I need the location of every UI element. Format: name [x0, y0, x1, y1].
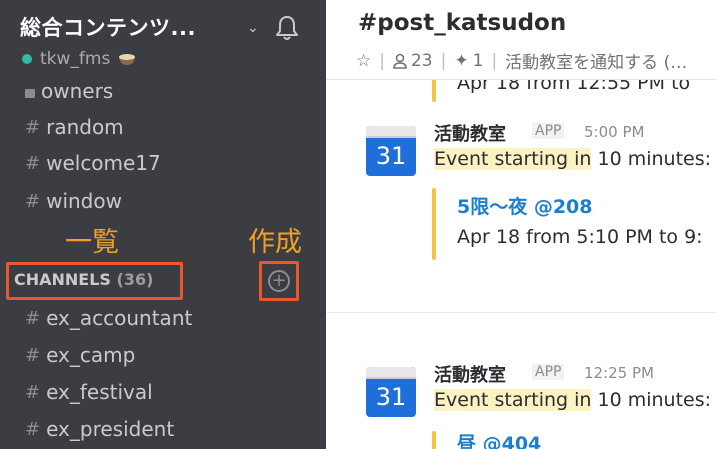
message-text: Event starting in 10 minutes:: [434, 148, 711, 170]
calendar-day: 31: [375, 383, 407, 411]
hash-icon: #: [25, 307, 41, 329]
sidebar-item-ex-camp[interactable]: # ex_camp: [25, 340, 135, 370]
calendar-icon[interactable]: 31: [366, 367, 416, 417]
pin-icon: ✦: [454, 50, 469, 71]
hash-icon: #: [25, 344, 41, 366]
sidebar-item-ex-president[interactable]: # ex_president: [25, 414, 174, 444]
hash-icon: #: [25, 381, 41, 403]
sidebar-item-random[interactable]: # random: [25, 112, 124, 142]
sidebar-item-owners[interactable]: owners: [25, 76, 113, 106]
presence-indicator: [22, 54, 32, 64]
chevron-down-icon[interactable]: ⌄: [247, 20, 259, 36]
add-channel-highlight-box: +: [259, 261, 299, 301]
message-sender[interactable]: 活動教室: [434, 361, 506, 387]
hash-icon: #: [25, 190, 41, 212]
attachment-bar: [432, 431, 436, 449]
lock-icon: [25, 88, 35, 98]
channels-count: (36): [116, 270, 154, 289]
attachment-bar: [432, 188, 436, 260]
sidebar-item-label: owners: [41, 79, 114, 103]
sidebar-item-label: window: [46, 189, 122, 213]
channels-section-header[interactable]: CHANNELS (36): [14, 270, 153, 289]
highlight-text: Event starting in: [434, 389, 592, 411]
channel-topic[interactable]: 活動教室を通知する (…: [505, 48, 687, 73]
message-text-rest: 10 minutes:: [591, 389, 712, 411]
rice-bowl-icon: [119, 54, 136, 65]
hash-icon: #: [25, 418, 41, 440]
bell-icon[interactable]: [274, 14, 300, 42]
channel-meta: ☆ | 23 | ✦ 1 | 活動教室を通知する (…: [356, 48, 687, 74]
message-sender[interactable]: 活動教室: [434, 120, 506, 146]
annotation-list: 一覧: [65, 227, 119, 258]
channel-header: #post_katsudon ☆ | 23 | ✦ 1 | 活動教室を通知する …: [326, 0, 717, 80]
message-text: Event starting in 10 minutes:: [434, 389, 711, 411]
channel-title[interactable]: #post_katsudon: [358, 10, 566, 36]
sidebar: owners # random # welcome17 # window 一覧 …: [0, 0, 326, 449]
message-pane: Apr 18 from 12:55 PM to 31 活動教室 APP 5:00…: [326, 0, 717, 449]
attachment-title[interactable]: 5限〜夜 @208: [457, 192, 593, 219]
sidebar-item-label: ex_accountant: [46, 306, 193, 330]
message-divider: [326, 312, 717, 313]
annotation-create: 作成: [248, 227, 302, 258]
sidebar-item-ex-festival[interactable]: # ex_festival: [25, 377, 153, 407]
sidebar-item-label: ex_camp: [46, 343, 136, 367]
member-icon: [393, 53, 407, 69]
sidebar-item-welcome17[interactable]: # welcome17: [25, 148, 161, 178]
calendar-day: 31: [375, 142, 407, 170]
member-count[interactable]: 23: [411, 51, 433, 71]
message-text-rest: 10 minutes:: [591, 148, 712, 170]
sidebar-item-label: random: [46, 115, 124, 139]
hash-icon: #: [25, 116, 41, 138]
star-icon[interactable]: ☆: [356, 51, 371, 71]
attachment-title[interactable]: 昼 @404: [457, 429, 541, 449]
message-time[interactable]: 12:25 PM: [584, 364, 654, 382]
sidebar-item-label: ex_president: [46, 417, 175, 441]
user-row[interactable]: tkw_fms: [22, 48, 136, 70]
pinned-count[interactable]: 1: [473, 51, 484, 71]
message: 31 活動教室 APP 5:00 PM Event starting in 10…: [326, 120, 717, 270]
app-badge: APP: [532, 123, 565, 139]
team-name[interactable]: 総合コンテンツ...: [20, 12, 196, 42]
channels-section-label: CHANNELS: [14, 270, 111, 289]
message-time[interactable]: 5:00 PM: [584, 123, 644, 141]
username: tkw_fms: [40, 49, 111, 69]
attachment-text: Apr 18 from 5:10 PM to 9:: [457, 226, 703, 248]
message: 31 活動教室 APP 12:25 PM Event starting in 1…: [326, 361, 717, 449]
calendar-icon[interactable]: 31: [366, 126, 416, 176]
hash-icon: #: [25, 152, 41, 174]
highlight-text: Event starting in: [434, 148, 592, 170]
sidebar-item-label: welcome17: [46, 151, 161, 175]
sidebar-item-label: ex_festival: [46, 380, 153, 404]
sidebar-item-window[interactable]: # window: [25, 186, 122, 216]
team-header[interactable]: 総合コンテンツ... ⌄ tkw_fms: [0, 0, 326, 78]
sidebar-item-ex-accountant[interactable]: # ex_accountant: [25, 303, 192, 333]
add-channel-icon[interactable]: +: [268, 270, 290, 292]
app-badge: APP: [532, 364, 565, 380]
